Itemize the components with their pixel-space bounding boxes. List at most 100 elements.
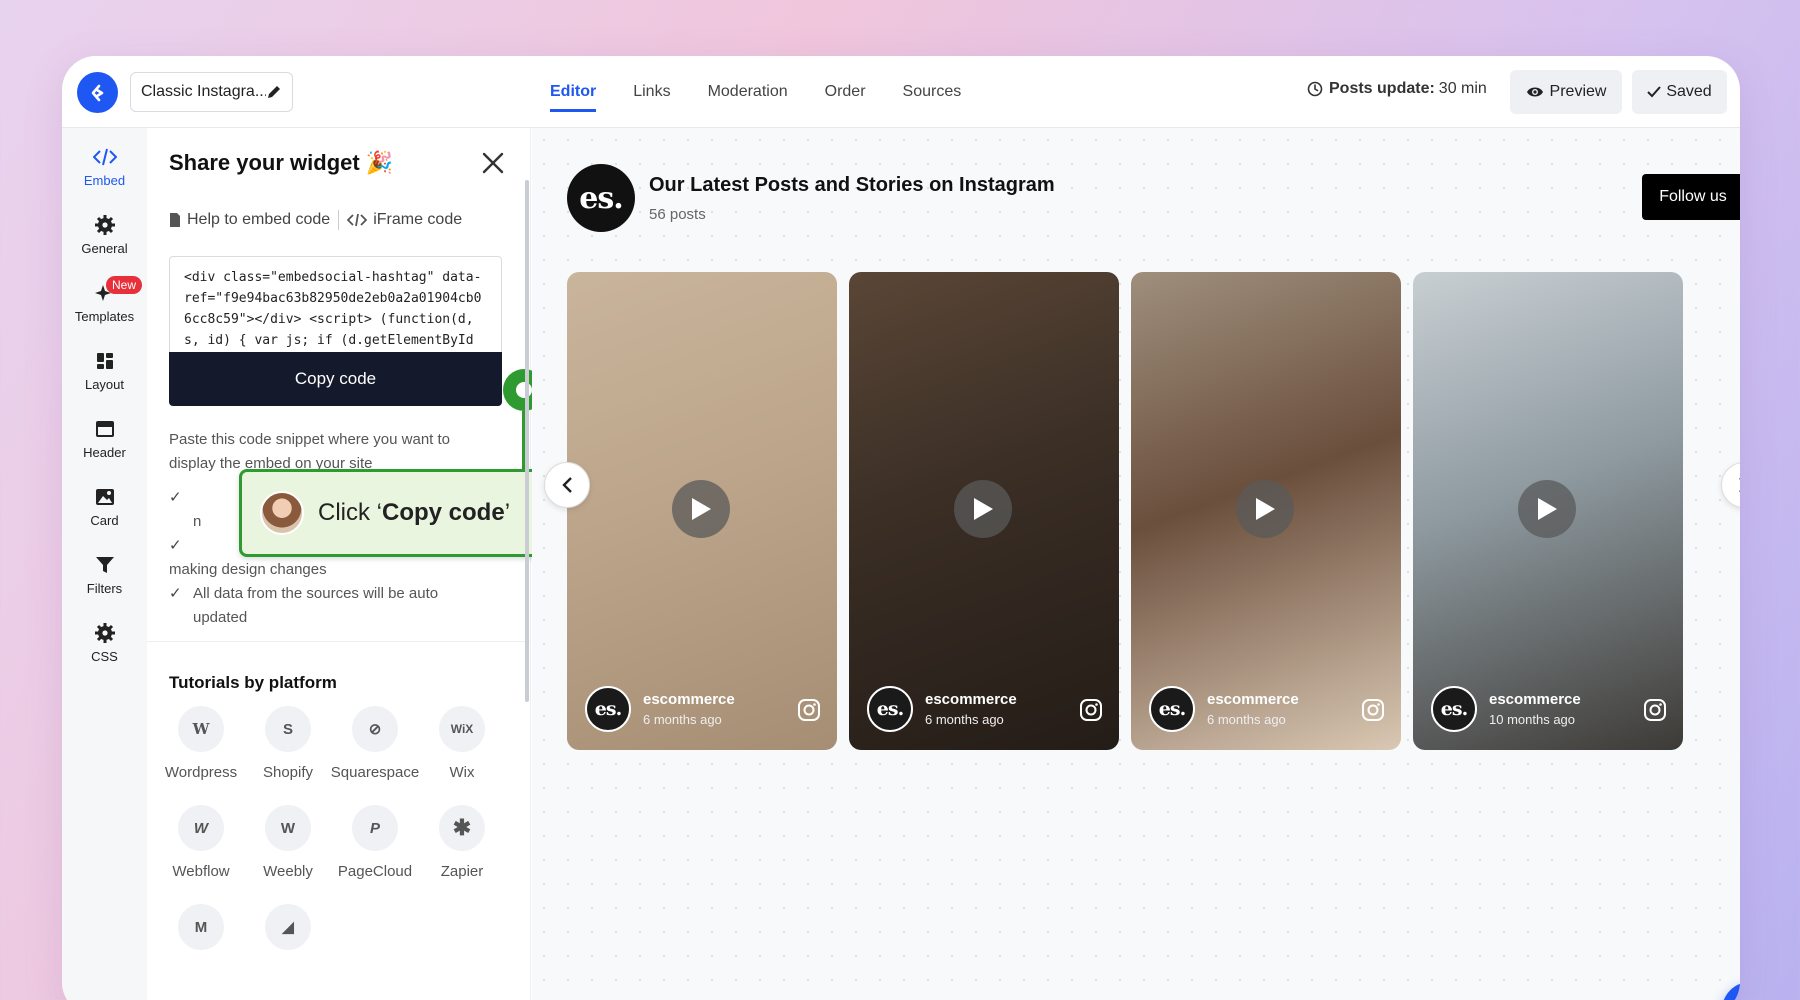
sidebar-item-general[interactable]: General <box>62 204 147 264</box>
shopify-icon: S <box>265 706 311 752</box>
play-icon[interactable] <box>1518 480 1576 538</box>
play-icon[interactable] <box>672 480 730 538</box>
post-meta: es. escommerce 6 months ago <box>867 686 1017 732</box>
app-logo[interactable] <box>77 72 118 113</box>
play-icon[interactable] <box>1236 480 1294 538</box>
platform-shopify[interactable]: S Shopify <box>244 706 332 781</box>
sidebar-item-header[interactable]: Header <box>62 408 147 468</box>
post-card[interactable]: es. escommerce 6 months ago <box>567 272 837 750</box>
sidebar-item-label: Card <box>90 512 119 528</box>
sidebar-item-css[interactable]: CSS <box>62 612 147 672</box>
platform-other[interactable]: ◢ <box>244 904 332 962</box>
panel-scrollbar[interactable] <box>525 180 529 702</box>
author-avatar: es. <box>1149 686 1195 732</box>
author-avatar: es. <box>585 686 631 732</box>
sidebar-item-templates[interactable]: New Templates <box>62 272 147 332</box>
logo-icon <box>91 84 103 101</box>
preview-button[interactable]: Preview <box>1510 70 1622 114</box>
post-card[interactable]: es. escommerce 6 months ago <box>1131 272 1401 750</box>
sidebar-item-layout[interactable]: Layout <box>62 340 147 400</box>
copy-code-button[interactable]: Copy code <box>169 352 502 406</box>
tab-order[interactable]: Order <box>825 56 866 128</box>
support-chat-button[interactable] <box>1722 982 1740 1000</box>
top-bar: Classic Instagra... Editor Links Moderat… <box>62 56 1740 128</box>
weebly-icon: W <box>265 805 311 851</box>
gear-icon <box>94 622 115 643</box>
pagecloud-icon: P <box>352 805 398 851</box>
sidebar-item-label: Layout <box>84 376 125 392</box>
squarespace-icon: ⊘ <box>352 706 398 752</box>
sidebar-item-card[interactable]: Card <box>62 476 147 536</box>
list-item: making design changes <box>169 561 327 578</box>
instagram-icon[interactable] <box>797 698 821 722</box>
post-time: 6 months ago <box>643 712 722 727</box>
tab-links[interactable]: Links <box>633 56 670 128</box>
widget-name-text: Classic Instagra... <box>141 83 266 100</box>
share-widget-panel: Share your widget 🎉 Help to embed code i… <box>147 128 545 1000</box>
tab-moderation[interactable]: Moderation <box>708 56 788 128</box>
panel-title: Share your widget 🎉 <box>169 150 394 175</box>
sidebar-item-filters[interactable]: Filters <box>62 544 147 604</box>
author-avatar: es. <box>867 686 913 732</box>
feed-post-count: 56 posts <box>649 206 706 223</box>
tab-sources[interactable]: Sources <box>903 56 962 128</box>
iframe-code-link[interactable]: iFrame code <box>373 211 462 229</box>
saved-label: Saved <box>1666 83 1712 100</box>
post-card[interactable]: es. escommerce 6 months ago <box>849 272 1119 750</box>
post-time: 6 months ago <box>925 712 1004 727</box>
platform-magento[interactable]: M <box>157 904 245 962</box>
check-icon: ✓ <box>169 585 182 602</box>
guide-avatar <box>260 491 304 535</box>
pencil-icon[interactable] <box>266 84 282 100</box>
close-icon[interactable] <box>480 150 506 176</box>
posts-update-label: Posts update: <box>1329 80 1435 97</box>
post-meta: es. escommerce 10 months ago <box>1431 686 1581 732</box>
posts-update-value: 30 min <box>1438 80 1487 97</box>
platform-wix[interactable]: WiX Wix <box>418 706 506 781</box>
feed-avatar: es. <box>567 164 635 232</box>
widget-preview: es. Our Latest Posts and Stories on Inst… <box>532 128 1740 1000</box>
chevron-right-icon <box>1739 478 1740 492</box>
app-window: Classic Instagra... Editor Links Moderat… <box>62 56 1740 1000</box>
follow-us-button[interactable]: Follow us <box>1642 174 1740 220</box>
clock-icon <box>1307 81 1323 97</box>
feed-title: Our Latest Posts and Stories on Instagra… <box>649 174 1055 196</box>
post-meta: es. escommerce 6 months ago <box>1149 686 1299 732</box>
instagram-icon[interactable] <box>1361 698 1385 722</box>
saved-button[interactable]: Saved <box>1632 70 1727 114</box>
platform-logo-icon: ◢ <box>265 904 311 950</box>
image-icon <box>95 488 114 505</box>
platform-weebly[interactable]: W Weebly <box>244 805 332 880</box>
sidebar-item-embed[interactable]: Embed <box>62 136 147 196</box>
sidebar-item-label: Filters <box>86 580 123 596</box>
filter-icon <box>95 556 114 573</box>
platform-wordpress[interactable]: W Wordpress <box>157 706 245 781</box>
document-icon <box>170 213 180 227</box>
code-icon <box>92 148 117 165</box>
post-time: 6 months ago <box>1207 712 1286 727</box>
eye-icon <box>1526 87 1543 97</box>
preview-label: Preview <box>1549 83 1607 100</box>
help-embed-link[interactable]: Help to embed code <box>187 211 330 229</box>
platform-pagecloud[interactable]: P PageCloud <box>331 805 419 880</box>
play-icon[interactable] <box>954 480 1012 538</box>
zapier-icon: ✱ <box>439 805 485 851</box>
instagram-icon[interactable] <box>1643 698 1667 722</box>
platform-squarespace[interactable]: ⊘ Squarespace <box>331 706 419 781</box>
header-icon <box>95 420 114 437</box>
tutorials-title: Tutorials by platform <box>169 673 337 692</box>
instagram-icon[interactable] <box>1079 698 1103 722</box>
platform-zapier[interactable]: ✱ Zapier <box>418 805 506 880</box>
embed-code-box[interactable]: <div class="embedsocial-hashtag" data-re… <box>169 256 502 352</box>
sidebar-item-label: Header <box>83 444 126 460</box>
sidebar-item-label: Templates <box>74 308 135 324</box>
carousel-prev-button[interactable] <box>544 462 590 508</box>
post-card[interactable]: es. escommerce 10 months ago <box>1413 272 1683 750</box>
post-time: 10 months ago <box>1489 712 1576 727</box>
carousel-next-button[interactable] <box>1721 462 1740 508</box>
widget-name-field[interactable]: Classic Instagra... <box>130 72 293 112</box>
platform-webflow[interactable]: W Webflow <box>157 805 245 880</box>
tab-editor[interactable]: Editor <box>550 56 597 128</box>
post-author: escommerce <box>643 691 735 708</box>
magento-icon: M <box>178 904 224 950</box>
